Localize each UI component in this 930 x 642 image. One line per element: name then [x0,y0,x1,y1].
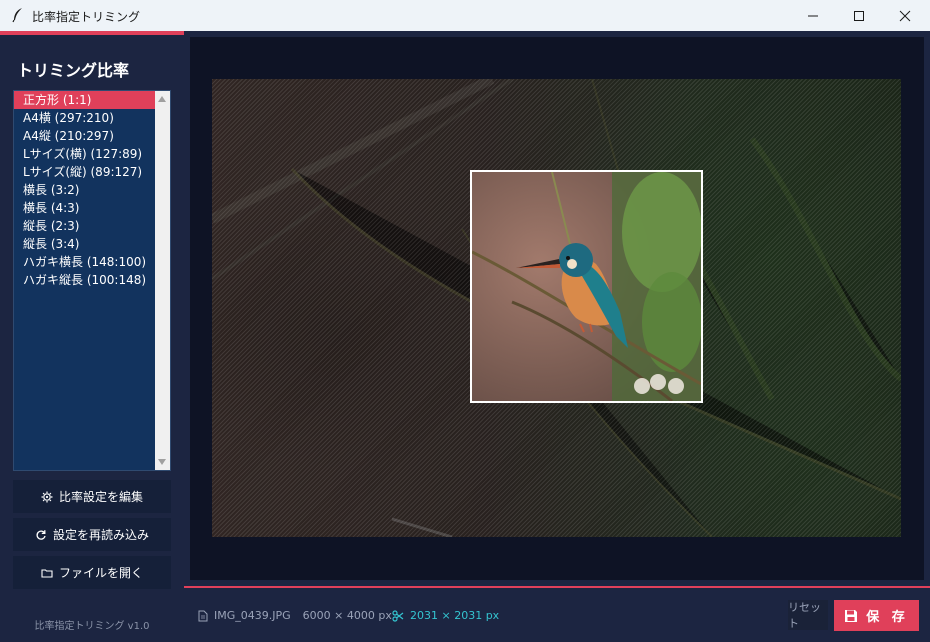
main-area: IMG_0439.JPG 6000 × 4000 px 2031 × 2031 … [184,31,930,642]
ratio-list[interactable]: 正方形 (1:1) A4横 (297:210) A4縦 (210:297) Lサ… [13,90,171,471]
ratio-item-postcard-landscape[interactable]: ハガキ横長 (148:100) [14,253,155,271]
ratio-item-landscape-4-3[interactable]: 横長 (4:3) [14,199,155,217]
refresh-icon [36,529,46,540]
ratio-item-landscape-3-2[interactable]: 横長 (3:2) [14,181,155,199]
maximize-button[interactable] [836,0,882,31]
list-scrollbar[interactable] [155,91,170,470]
sidebar: トリミング比率 正方形 (1:1) A4横 (297:210) A4縦 (210… [0,31,184,642]
ratio-item-postcard-portrait[interactable]: ハガキ縦長 (100:148) [14,271,155,289]
ratio-item-l-landscape[interactable]: Lサイズ(横) (127:89) [14,145,155,163]
image-size: 6000 × 4000 px [302,609,392,622]
close-button[interactable] [882,0,928,31]
version-label: 比率指定トリミング v1.0 [34,621,150,632]
file-icon [198,610,208,621]
sidebar-heading: トリミング比率 [17,61,130,80]
save-button[interactable]: 保 存 [834,600,919,631]
file-name: IMG_0439.JPG [214,609,291,622]
crop-frame[interactable] [470,170,703,403]
open-file-button[interactable]: ファイルを開く [13,556,171,589]
ratio-item-portrait-3-4[interactable]: 縦長 (3:4) [14,235,155,253]
minimize-icon [808,15,818,16]
scroll-up-icon[interactable] [158,96,166,102]
reset-button[interactable]: リセット [788,600,828,630]
crop-image [472,172,701,401]
photo-preview[interactable] [212,79,901,537]
window-title: 比率指定トリミング [32,10,141,24]
file-info: IMG_0439.JPG 6000 × 4000 px [198,609,392,622]
minimize-button[interactable] [790,0,836,31]
ratio-item-portrait-2-3[interactable]: 縦長 (2:3) [14,217,155,235]
reset-label: リセット [788,601,821,630]
title-bar: 比率指定トリミング [0,0,930,31]
ratio-list-items: 正方形 (1:1) A4横 (297:210) A4縦 (210:297) Lサ… [14,91,155,289]
crop-info: 2031 × 2031 px [392,609,499,622]
feather-icon [12,8,22,23]
gear-icon [41,491,53,502]
edit-settings-button[interactable]: 比率設定を編集 [13,480,171,513]
image-canvas[interactable] [190,37,924,580]
close-icon [899,10,911,21]
crop-size: 2031 × 2031 px [410,609,500,622]
save-label: 保 存 [866,610,909,625]
sidebar-accent-bar [0,31,184,35]
status-bar: IMG_0439.JPG 6000 × 4000 px 2031 × 2031 … [184,588,930,642]
maximize-icon [854,10,864,21]
edit-settings-label: 比率設定を編集 [58,490,143,504]
save-icon [845,609,858,622]
ratio-item-l-portrait[interactable]: Lサイズ(縦) (89:127) [14,163,155,181]
scroll-down-icon[interactable] [158,459,166,465]
reload-settings-label: 設定を再読み込み [52,528,149,542]
ratio-item-square[interactable]: 正方形 (1:1) [14,91,155,109]
reload-settings-button[interactable]: 設定を再読み込み [13,518,171,551]
open-file-label: ファイルを開く [58,566,143,580]
ratio-item-a4-portrait[interactable]: A4縦 (210:297) [14,127,155,145]
scissors-icon [392,609,404,622]
folder-icon [41,568,53,578]
ratio-item-a4-landscape[interactable]: A4横 (297:210) [14,109,155,127]
